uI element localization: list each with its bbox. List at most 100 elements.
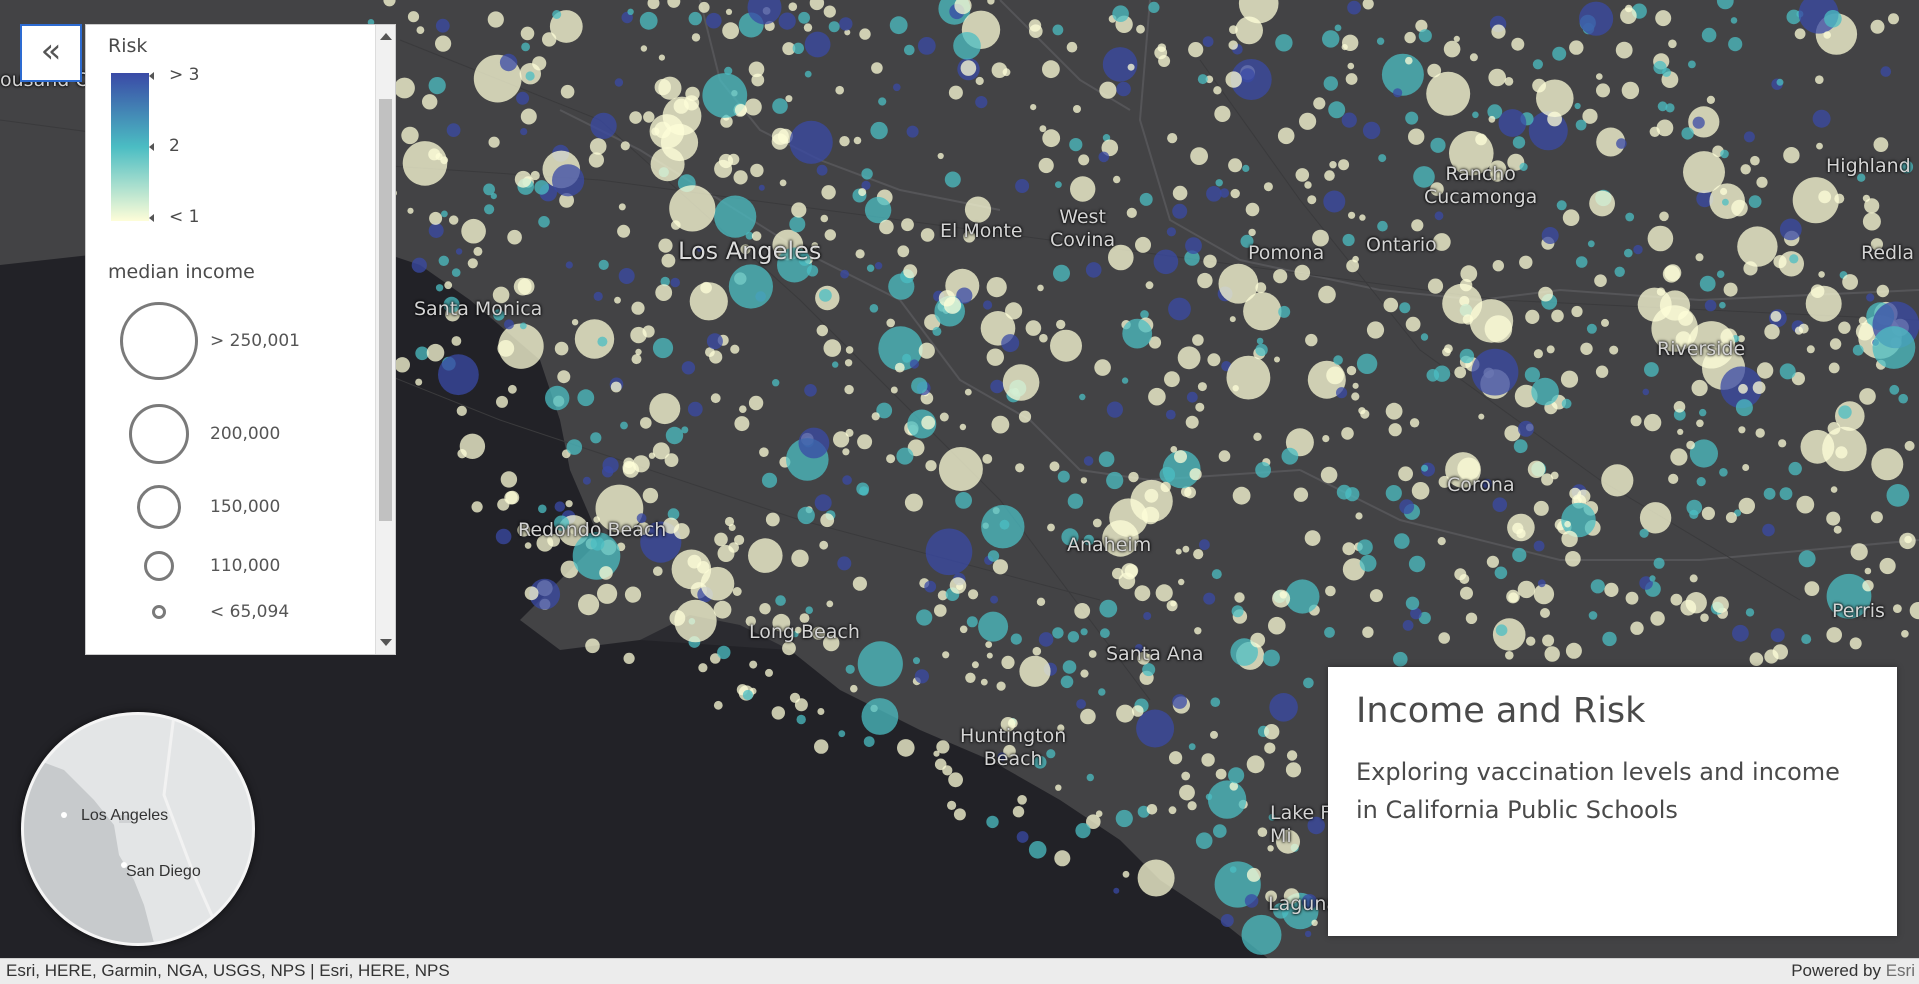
school-marker[interactable] xyxy=(506,491,520,505)
school-marker[interactable] xyxy=(472,501,483,512)
school-marker[interactable] xyxy=(1783,147,1799,163)
school-marker[interactable] xyxy=(1386,485,1402,501)
school-marker[interactable] xyxy=(1601,464,1633,496)
school-marker[interactable] xyxy=(1005,302,1022,319)
school-marker[interactable] xyxy=(620,422,628,430)
school-marker[interactable] xyxy=(1233,487,1251,505)
school-marker[interactable] xyxy=(842,475,852,485)
school-marker[interactable] xyxy=(1412,482,1430,500)
school-marker[interactable] xyxy=(1328,101,1345,118)
school-marker[interactable] xyxy=(948,772,963,787)
school-marker[interactable] xyxy=(858,641,903,686)
school-marker[interactable] xyxy=(1796,496,1814,514)
school-marker[interactable] xyxy=(617,225,630,238)
school-marker[interactable] xyxy=(911,378,927,394)
school-marker[interactable] xyxy=(491,193,497,199)
school-marker[interactable] xyxy=(859,28,870,39)
school-marker[interactable] xyxy=(772,379,779,386)
school-marker[interactable] xyxy=(1229,25,1238,34)
school-marker[interactable] xyxy=(865,197,891,223)
school-marker[interactable] xyxy=(1173,186,1188,201)
school-marker[interactable] xyxy=(1017,831,1029,843)
school-marker[interactable] xyxy=(1493,497,1508,512)
school-marker[interactable] xyxy=(829,21,840,32)
school-marker[interactable] xyxy=(791,202,806,217)
school-marker[interactable] xyxy=(1728,37,1742,51)
school-marker[interactable] xyxy=(1341,427,1354,440)
school-marker[interactable] xyxy=(1264,182,1273,191)
school-marker[interactable] xyxy=(1460,349,1474,363)
school-marker[interactable] xyxy=(1534,541,1545,552)
school-marker[interactable] xyxy=(981,679,988,686)
school-marker[interactable] xyxy=(1164,371,1180,387)
school-marker[interactable] xyxy=(538,216,550,228)
school-marker[interactable] xyxy=(1214,106,1230,122)
school-marker[interactable] xyxy=(933,751,939,757)
school-marker[interactable] xyxy=(1143,612,1151,620)
school-marker[interactable] xyxy=(1538,287,1553,302)
school-marker[interactable] xyxy=(1377,38,1384,45)
school-marker[interactable] xyxy=(1121,563,1137,579)
school-marker[interactable] xyxy=(452,268,461,277)
school-marker[interactable] xyxy=(672,550,712,590)
school-marker[interactable] xyxy=(711,393,721,403)
school-marker[interactable] xyxy=(422,94,437,109)
school-marker[interactable] xyxy=(555,501,565,511)
school-marker[interactable] xyxy=(538,505,547,514)
school-marker[interactable] xyxy=(985,641,992,648)
school-marker[interactable] xyxy=(1771,628,1785,642)
school-marker[interactable] xyxy=(1220,188,1229,197)
school-marker[interactable] xyxy=(1098,688,1105,695)
school-marker[interactable] xyxy=(772,133,788,149)
school-marker[interactable] xyxy=(1576,120,1587,131)
school-marker[interactable] xyxy=(814,739,828,753)
school-marker[interactable] xyxy=(807,265,818,276)
school-marker[interactable] xyxy=(1700,613,1709,622)
school-marker[interactable] xyxy=(1564,521,1571,528)
school-marker[interactable] xyxy=(552,10,561,19)
school-marker[interactable] xyxy=(583,477,591,485)
school-marker[interactable] xyxy=(674,600,716,642)
school-marker[interactable] xyxy=(1216,179,1223,186)
school-marker[interactable] xyxy=(412,258,427,273)
school-marker[interactable] xyxy=(659,55,665,61)
school-marker[interactable] xyxy=(698,663,707,672)
school-marker[interactable] xyxy=(902,354,911,363)
school-marker[interactable] xyxy=(643,111,654,122)
school-marker[interactable] xyxy=(1196,832,1213,849)
school-marker[interactable] xyxy=(566,500,573,507)
school-marker[interactable] xyxy=(1234,592,1244,602)
school-marker[interactable] xyxy=(1813,110,1831,128)
school-marker[interactable] xyxy=(939,447,983,491)
school-marker[interactable] xyxy=(832,361,838,367)
school-marker[interactable] xyxy=(1198,74,1208,84)
school-marker[interactable] xyxy=(1169,806,1177,814)
school-marker[interactable] xyxy=(891,387,898,394)
school-marker[interactable] xyxy=(526,71,535,80)
school-marker[interactable] xyxy=(436,284,443,291)
school-marker[interactable] xyxy=(489,137,500,148)
school-marker[interactable] xyxy=(1087,774,1094,781)
school-marker[interactable] xyxy=(960,424,966,430)
school-marker[interactable] xyxy=(1099,451,1115,467)
school-marker[interactable] xyxy=(1444,41,1461,58)
school-marker[interactable] xyxy=(1198,382,1207,391)
school-marker[interactable] xyxy=(619,268,635,284)
school-marker[interactable] xyxy=(719,154,733,168)
school-marker[interactable] xyxy=(1255,344,1267,356)
school-marker[interactable] xyxy=(1185,237,1202,254)
school-marker[interactable] xyxy=(886,319,895,328)
school-marker[interactable] xyxy=(1167,133,1177,143)
school-marker[interactable] xyxy=(1019,411,1031,423)
school-marker[interactable] xyxy=(1015,463,1024,472)
school-marker[interactable] xyxy=(1201,753,1214,766)
school-marker[interactable] xyxy=(1454,367,1466,379)
school-marker[interactable] xyxy=(1542,227,1559,244)
school-marker[interactable] xyxy=(907,126,919,138)
school-marker[interactable] xyxy=(436,19,450,33)
school-marker[interactable] xyxy=(858,188,866,196)
school-marker[interactable] xyxy=(516,92,529,105)
school-marker[interactable] xyxy=(1650,611,1664,625)
school-marker[interactable] xyxy=(1616,138,1627,149)
school-marker[interactable] xyxy=(871,62,883,74)
